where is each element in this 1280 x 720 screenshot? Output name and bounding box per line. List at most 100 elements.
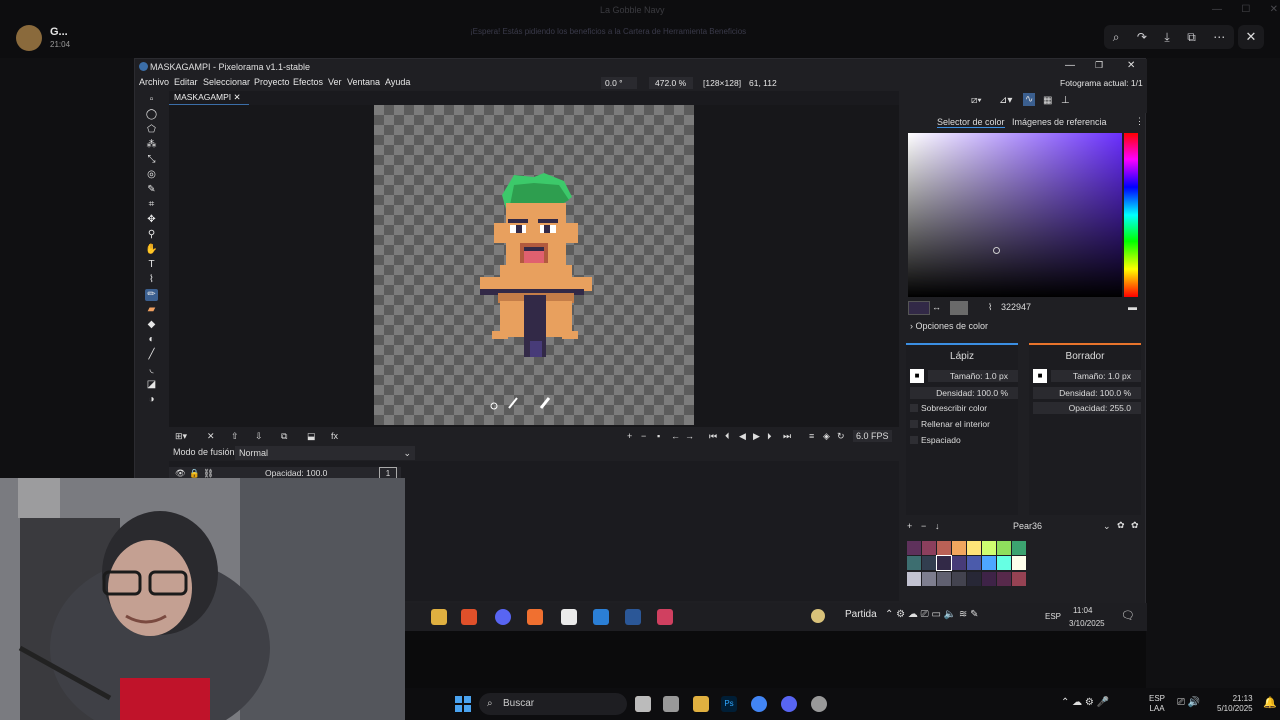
palette-swatch[interactable] <box>982 541 996 555</box>
checker-icon[interactable]: ▦ <box>1043 95 1052 106</box>
brush-icon[interactable]: ■ <box>910 369 924 383</box>
close-icon[interactable]: ✕ <box>1270 4 1278 15</box>
download-icon[interactable]: ↓ <box>935 521 940 531</box>
taskbar-search[interactable]: ⌕ Buscar <box>479 693 627 715</box>
merge-layer-icon[interactable]: ⬓ <box>307 431 316 442</box>
timeline-menu-icon[interactable]: ≡ <box>809 431 814 441</box>
palette-swatch[interactable] <box>937 541 951 555</box>
move-layer-down-icon[interactable]: ⇩ <box>255 431 263 442</box>
palette-swatch[interactable] <box>982 556 996 571</box>
palette-swatch[interactable] <box>1012 541 1026 555</box>
shading-icon[interactable]: ◐ <box>145 334 158 346</box>
right-density-field[interactable]: Densidad: 100.0 % <box>1033 387 1141 399</box>
rectangle-icon[interactable]: ◪ <box>145 379 158 391</box>
right-opacity-field[interactable]: Opacidad: 255.0 <box>1033 402 1141 414</box>
viewer-user-name[interactable]: G... <box>50 26 68 38</box>
close-icon[interactable]: ✕ <box>234 92 241 102</box>
overwrite-checkbox[interactable]: Sobrescribir color <box>910 403 987 413</box>
ellipse-select-icon[interactable]: ◯ <box>145 109 158 121</box>
obs-icon[interactable] <box>561 609 577 625</box>
maximize-icon[interactable]: ☐ <box>1241 4 1250 15</box>
remove-frame-icon[interactable]: − <box>641 431 646 441</box>
folder-icon[interactable] <box>431 609 447 625</box>
notification-icon[interactable]: 🗨 <box>1121 609 1135 622</box>
magic-wand-icon[interactable]: ⁂ <box>145 139 158 151</box>
curve-icon[interactable]: ◟ <box>145 364 158 376</box>
app-icon[interactable] <box>811 696 827 712</box>
palette-swatch[interactable] <box>907 571 921 586</box>
palette-swatch[interactable] <box>922 556 936 571</box>
fps-field[interactable]: 6.0 FPS <box>853 430 892 442</box>
chevron-down-icon[interactable]: ⌄ <box>1103 521 1111 532</box>
firefox-icon[interactable] <box>527 609 543 625</box>
hex-value[interactable]: 322947 <box>1001 302 1031 312</box>
tray-icons[interactable]: ⌃ ☁ ⚙ 🎤 <box>1061 697 1109 708</box>
palette-swatch[interactable] <box>1012 571 1026 586</box>
palette-swatch[interactable] <box>922 571 936 586</box>
eraser-icon[interactable]: ▰ <box>145 304 158 316</box>
frame-left-icon[interactable]: ← <box>671 431 680 441</box>
chrome-icon[interactable] <box>751 696 767 712</box>
menu-ver[interactable]: Ver <box>328 77 342 87</box>
bucket-icon[interactable]: ◆ <box>145 319 158 331</box>
palette-name[interactable]: Pear36 <box>1013 521 1042 531</box>
zoom-field[interactable]: 472.0 % <box>649 77 693 89</box>
menu-efectos[interactable]: Efectos <box>293 77 323 87</box>
palette-edit-icon[interactable]: ✿ <box>1131 520 1139 531</box>
brave-icon[interactable] <box>461 609 477 625</box>
palette-swatch[interactable] <box>907 556 921 571</box>
ellipse-icon[interactable]: ◑ <box>145 394 158 406</box>
move-icon[interactable]: ✥ <box>145 214 158 226</box>
polygon-select-icon[interactable]: ⬠ <box>145 124 158 136</box>
file-icon[interactable] <box>663 696 679 712</box>
loop-icon[interactable]: ↻ <box>837 431 845 442</box>
inner-date[interactable]: 3/10/2025 <box>1069 619 1105 628</box>
outer-language[interactable]: ESP LAA <box>1149 694 1165 714</box>
paint-select-icon[interactable]: ✎ <box>145 184 158 196</box>
color-mode-icon[interactable]: ⧄▾ <box>971 95 982 106</box>
canvas-viewport[interactable] <box>169 105 899 427</box>
move-layer-up-icon[interactable]: ⇧ <box>231 431 239 442</box>
minimize-icon[interactable]: — <box>1212 4 1222 15</box>
open-external-icon[interactable]: ⧉ <box>1187 30 1196 45</box>
palette-swatch[interactable] <box>997 571 1011 586</box>
viewer-close-button[interactable]: ✕ <box>1238 25 1264 49</box>
spacing-checkbox[interactable]: Espaciado <box>910 435 961 445</box>
first-frame-icon[interactable]: ⏮ <box>709 431 717 442</box>
play-backward-icon[interactable]: ◀ <box>739 431 746 442</box>
clone-layer-icon[interactable]: ⧉ <box>281 431 287 442</box>
palette-swatch[interactable] <box>922 541 936 555</box>
pencil-icon[interactable]: ✏ <box>145 289 158 301</box>
avatar[interactable] <box>16 25 42 51</box>
color-options-toggle[interactable]: › Opciones de color <box>910 321 988 331</box>
color-select-icon[interactable]: ◎ <box>145 169 158 181</box>
frame-right-icon[interactable]: → <box>685 431 694 441</box>
tab-maskagampi[interactable]: MASKAGAMPI ✕ <box>169 91 249 105</box>
minimize-icon[interactable]: — <box>1065 60 1075 71</box>
wave-icon[interactable]: ∿ <box>1023 93 1036 106</box>
add-palette-icon[interactable]: + <box>907 521 912 531</box>
add-layer-icon[interactable]: ⊞▾ <box>175 431 187 442</box>
share-icon[interactable]: ↷ <box>1137 30 1147 44</box>
inner-clock[interactable]: 11:04 <box>1073 606 1092 615</box>
more-icon[interactable]: ⋯ <box>1213 30 1225 44</box>
rotation-field[interactable]: 0.0 ° <box>601 77 637 89</box>
discord-icon[interactable] <box>495 609 511 625</box>
eraser-brush-icon[interactable]: ■ <box>1033 369 1047 383</box>
secondary-color-swatch[interactable] <box>950 301 968 315</box>
palette-swatch[interactable] <box>952 556 966 571</box>
palette-swatch[interactable] <box>997 541 1011 555</box>
palette-swatch[interactable] <box>982 571 996 586</box>
palette-swatch[interactable] <box>937 571 951 586</box>
notification-bell-icon[interactable]: 🔔 <box>1263 696 1277 709</box>
text-icon[interactable]: T <box>145 259 158 271</box>
delete-layer-icon[interactable]: ✕ <box>207 431 215 442</box>
palette-swatch[interactable] <box>967 556 981 571</box>
prev-frame-icon[interactable]: ⏴ <box>725 431 730 442</box>
play-forward-icon[interactable]: ▶ <box>753 431 760 442</box>
maximize-icon[interactable]: ❐ <box>1095 60 1103 71</box>
left-size-field[interactable]: Tamaño: 1.0 px <box>928 370 1018 382</box>
game-icon[interactable] <box>811 609 825 623</box>
color-picker-icon[interactable]: ⌇ <box>145 274 158 286</box>
rect-select-icon[interactable]: ▫ <box>145 94 158 106</box>
